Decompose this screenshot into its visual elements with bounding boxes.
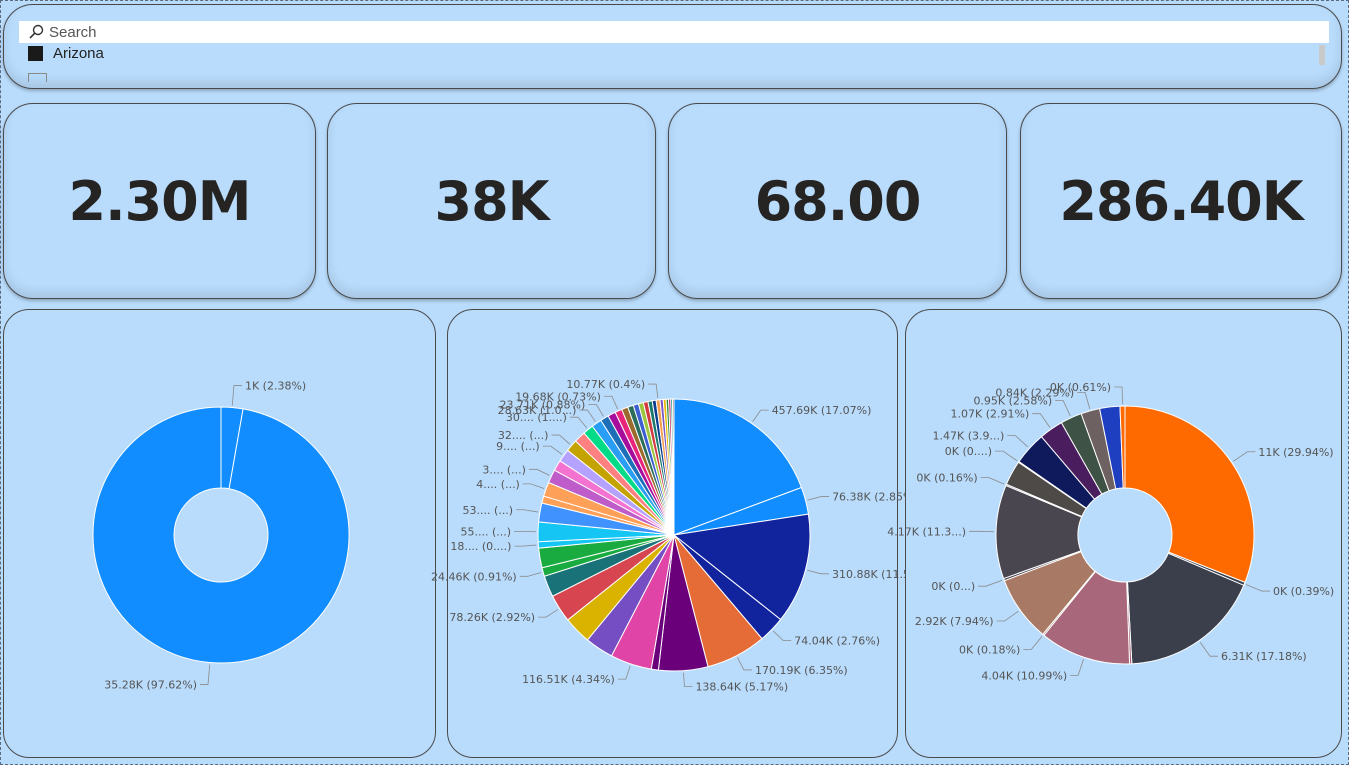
- search-placeholder: Search: [49, 23, 97, 41]
- data-label: 4.17K (11.3...): [887, 525, 966, 538]
- donut-chart-3: 11K (29.94%) 0K (0.39%) 6.31K (17.18%) 4.04…: [887, 381, 1334, 682]
- leader-line: [980, 477, 1005, 485]
- checkbox-checked-icon[interactable]: [28, 46, 43, 61]
- leader-line: [1055, 400, 1071, 417]
- kpi-value: 38K: [434, 169, 550, 233]
- data-label: 457.69K (17.07%): [772, 404, 872, 417]
- leader-line: [522, 483, 545, 489]
- leader-line: [995, 450, 1018, 462]
- data-label: 55.... (...): [460, 525, 511, 538]
- leader-line: [772, 630, 792, 642]
- leader-line: [514, 544, 537, 547]
- data-label: 1.07K (2.91%): [951, 408, 1030, 421]
- state-slicer: Search Arizona: [3, 4, 1342, 89]
- kpi-card-1: 2.30M: [3, 103, 316, 299]
- leader-line: [737, 657, 752, 671]
- slicer-item-label: Arizona: [53, 45, 104, 62]
- leader-line: [579, 409, 596, 422]
- data-label: 3.... (...): [482, 463, 526, 476]
- data-label: 0K (0.61%): [1050, 381, 1111, 394]
- data-label: 24.46K (0.91%): [431, 570, 517, 583]
- leader-line: [1114, 386, 1123, 405]
- leader-line: [603, 395, 619, 410]
- slicer-item-next-checkbox[interactable]: [28, 73, 47, 82]
- leader-line: [231, 385, 242, 406]
- data-label: 0K (0.16%): [916, 471, 977, 484]
- pie-chart-2: 457.69K (17.07%)76.38K (2.85%)310.88K (1…: [431, 378, 925, 694]
- data-label: 2.92K (7.94%): [915, 615, 994, 628]
- data-label: 4.... (...): [476, 478, 520, 491]
- data-label: 0K (0...): [931, 580, 975, 593]
- leader-line: [648, 383, 659, 399]
- pie-slice[interactable]: [92, 406, 350, 664]
- data-label: 19.68K (0.73%): [515, 390, 601, 403]
- leader-line: [542, 445, 563, 455]
- data-label: 0K (0....): [945, 445, 992, 458]
- leader-line: [538, 609, 559, 618]
- donut-chart-1: 1K (2.38%) 35.28K (97.62%): [92, 380, 350, 691]
- kpi-value: 68.00: [754, 169, 922, 233]
- leader-line: [1007, 435, 1029, 448]
- search-icon: [29, 24, 44, 39]
- data-label: 4.04K (10.99%): [981, 669, 1067, 682]
- leader-line: [200, 664, 211, 685]
- data-label: 6.31K (17.18%): [1221, 650, 1307, 663]
- data-label: 74.04K (2.76%): [794, 635, 880, 648]
- leader-line: [519, 572, 542, 577]
- leader-line: [683, 672, 693, 688]
- kpi-card-2: 38K: [327, 103, 656, 299]
- leader-line: [516, 509, 538, 513]
- data-label: 1K (2.38%): [245, 380, 306, 393]
- leader-line: [551, 434, 571, 445]
- data-label: 32.... (...): [498, 429, 549, 442]
- slicer-item-arizona[interactable]: Arizona: [28, 45, 104, 62]
- leader-line: [978, 579, 1003, 587]
- pie-slice[interactable]: [1124, 405, 1255, 584]
- kpi-card-3: 68.00: [668, 103, 1007, 299]
- leader-line: [1023, 636, 1043, 650]
- data-label: 1.47K (3.9...): [933, 430, 1005, 443]
- kpi-value: 286.40K: [1059, 169, 1303, 233]
- kpi-card-4: 286.40K: [1020, 103, 1342, 299]
- data-label: 0K (0.18%): [959, 644, 1020, 657]
- slicer-scrollbar[interactable]: [1319, 45, 1325, 65]
- leader-line: [996, 610, 1019, 622]
- leader-line: [1077, 392, 1091, 409]
- chart-panel-1: 1K (2.38%) 35.28K (97.62%): [3, 309, 436, 758]
- leader-line: [1246, 584, 1270, 592]
- leader-line: [1199, 642, 1218, 657]
- slicer-search-box[interactable]: Search: [19, 21, 1329, 43]
- leader-line: [752, 409, 769, 422]
- leader-line: [1233, 451, 1256, 462]
- data-label: 0K (0.39%): [1273, 585, 1334, 598]
- data-label: 11K (29.94%): [1258, 446, 1333, 459]
- chart-panel-2: 457.69K (17.07%) 76.38K (2.85%) 310.88K (1…: [431, 309, 925, 758]
- data-label: 170.19K (6.35%): [755, 664, 848, 677]
- leader-line: [569, 416, 588, 429]
- data-label: 116.51K (4.34%): [522, 673, 615, 686]
- leader-line: [1032, 413, 1051, 428]
- data-label: 138.64K (5.17%): [695, 681, 788, 694]
- leader-line: [807, 496, 830, 501]
- kpi-value: 2.30M: [68, 169, 252, 233]
- data-label: 53.... (...): [463, 504, 514, 517]
- data-label: 35.28K (97.62%): [104, 678, 197, 691]
- data-label: 18.... (0....): [450, 540, 511, 553]
- data-label: 10.77K (0.4%): [566, 378, 645, 391]
- leader-line: [617, 665, 631, 680]
- leader-line: [528, 468, 550, 476]
- data-label: 78.26K (2.92%): [449, 611, 535, 624]
- chart-panel-3: 11K (29.94%) 0K (0.39%) 6.31K (17.18%) 4.04…: [887, 309, 1342, 758]
- leader-line: [807, 569, 829, 575]
- leader-line: [1070, 659, 1084, 676]
